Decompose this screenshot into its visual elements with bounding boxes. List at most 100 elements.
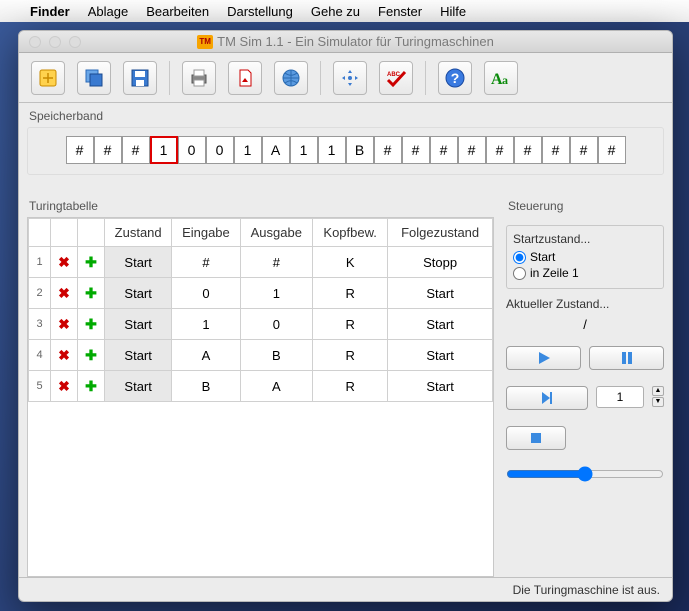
cell-input[interactable]: 0 bbox=[172, 278, 240, 309]
table-section-label: Turingtabelle bbox=[27, 193, 494, 217]
startstate-label: Startzustand... bbox=[513, 232, 657, 246]
menu-ablage[interactable]: Ablage bbox=[88, 4, 128, 19]
cell-state[interactable]: Start bbox=[105, 278, 172, 309]
step-count-input[interactable] bbox=[596, 386, 644, 408]
move-button[interactable] bbox=[333, 61, 367, 95]
table-header bbox=[78, 219, 105, 247]
cell-input[interactable]: # bbox=[172, 247, 240, 278]
delete-row-button[interactable]: ✖ bbox=[55, 284, 73, 302]
tape-cell[interactable]: # bbox=[598, 136, 626, 164]
tape-cell[interactable]: # bbox=[94, 136, 122, 164]
menu-fenster[interactable]: Fenster bbox=[378, 4, 422, 19]
tape-cell[interactable]: A bbox=[262, 136, 290, 164]
cell-move[interactable]: R bbox=[313, 340, 388, 371]
cell-input[interactable]: B bbox=[172, 371, 240, 402]
startstate-radio-start-label: Start bbox=[530, 250, 555, 264]
add-row-button[interactable]: ✚ bbox=[82, 284, 100, 302]
delete-row-button[interactable]: ✖ bbox=[55, 315, 73, 333]
step-button[interactable] bbox=[506, 386, 588, 410]
step-down-button[interactable]: ▼ bbox=[652, 397, 664, 407]
print-button[interactable] bbox=[182, 61, 216, 95]
help-button[interactable]: ? bbox=[438, 61, 472, 95]
cell-input[interactable]: 1 bbox=[172, 309, 240, 340]
new-button[interactable] bbox=[31, 61, 65, 95]
cell-input[interactable]: A bbox=[172, 340, 240, 371]
cell-output[interactable]: 1 bbox=[240, 278, 313, 309]
tape-cell[interactable]: # bbox=[374, 136, 402, 164]
cell-output[interactable]: B bbox=[240, 340, 313, 371]
speed-slider[interactable] bbox=[506, 466, 664, 482]
tape-cell[interactable]: 1 bbox=[290, 136, 318, 164]
tape-cell[interactable]: # bbox=[570, 136, 598, 164]
tape-cell[interactable]: # bbox=[542, 136, 570, 164]
delete-row-button[interactable]: ✖ bbox=[55, 377, 73, 395]
add-row-button[interactable]: ✚ bbox=[82, 346, 100, 364]
table-header: Kopfbew. bbox=[313, 219, 388, 247]
cell-nextstate[interactable]: Start bbox=[388, 371, 493, 402]
delete-row-button[interactable]: ✖ bbox=[55, 253, 73, 271]
status-bar: Die Turingmaschine ist aus. bbox=[19, 577, 672, 601]
cell-nextstate[interactable]: Start bbox=[388, 278, 493, 309]
cell-state[interactable]: Start bbox=[105, 309, 172, 340]
tape-cell[interactable]: B bbox=[346, 136, 374, 164]
cell-move[interactable]: R bbox=[313, 309, 388, 340]
font-button[interactable]: Aa bbox=[484, 61, 518, 95]
app-window: TM TM Sim 1.1 - Ein Simulator für Turing… bbox=[18, 30, 673, 602]
cell-nextstate[interactable]: Start bbox=[388, 340, 493, 371]
svg-text:?: ? bbox=[451, 70, 460, 86]
tape-cell[interactable]: # bbox=[122, 136, 150, 164]
cell-move[interactable]: R bbox=[313, 371, 388, 402]
cell-nextstate[interactable]: Start bbox=[388, 309, 493, 340]
tape-cell[interactable]: 1 bbox=[234, 136, 262, 164]
cell-output[interactable]: A bbox=[240, 371, 313, 402]
menu-hilfe[interactable]: Hilfe bbox=[440, 4, 466, 19]
tape-cell[interactable]: # bbox=[402, 136, 430, 164]
pause-button[interactable] bbox=[589, 346, 664, 370]
tape-cell[interactable]: # bbox=[66, 136, 94, 164]
cell-nextstate[interactable]: Stopp bbox=[388, 247, 493, 278]
cell-output[interactable]: 0 bbox=[240, 309, 313, 340]
tape-cell[interactable]: # bbox=[486, 136, 514, 164]
tape-cell[interactable]: 1 bbox=[150, 136, 178, 164]
toolbar: ABC ? Aa bbox=[19, 53, 672, 103]
table-row: 3✖✚Start10RStart bbox=[29, 309, 493, 340]
menu-bearbeiten[interactable]: Bearbeiten bbox=[146, 4, 209, 19]
tape-cell[interactable]: # bbox=[514, 136, 542, 164]
pdf-export-button[interactable] bbox=[228, 61, 262, 95]
titlebar: TM TM Sim 1.1 - Ein Simulator für Turing… bbox=[19, 31, 672, 53]
check-button[interactable]: ABC bbox=[379, 61, 413, 95]
cell-move[interactable]: R bbox=[313, 278, 388, 309]
control-section-label: Steuerung bbox=[506, 193, 664, 217]
table-header: Folgezustand bbox=[388, 219, 493, 247]
web-button[interactable] bbox=[274, 61, 308, 95]
startstate-radio-start[interactable] bbox=[513, 251, 526, 264]
add-row-button[interactable]: ✚ bbox=[82, 377, 100, 395]
startstate-radio-line1-label: in Zeile 1 bbox=[530, 266, 579, 280]
menu-gehe-zu[interactable]: Gehe zu bbox=[311, 4, 360, 19]
add-row-button[interactable]: ✚ bbox=[82, 253, 100, 271]
cell-output[interactable]: # bbox=[240, 247, 313, 278]
currentstate-value: / bbox=[506, 315, 664, 334]
tape-cell[interactable]: 1 bbox=[318, 136, 346, 164]
menu-darstellung[interactable]: Darstellung bbox=[227, 4, 293, 19]
save-button[interactable] bbox=[123, 61, 157, 95]
add-row-button[interactable]: ✚ bbox=[82, 315, 100, 333]
tape-cell[interactable]: 0 bbox=[206, 136, 234, 164]
play-button[interactable] bbox=[506, 346, 581, 370]
row-number: 5 bbox=[29, 371, 51, 402]
startstate-radio-line1[interactable] bbox=[513, 267, 526, 280]
cell-state[interactable]: Start bbox=[105, 371, 172, 402]
delete-row-button[interactable]: ✖ bbox=[55, 346, 73, 364]
stop-button[interactable] bbox=[506, 426, 566, 450]
step-up-button[interactable]: ▲ bbox=[652, 386, 664, 396]
cell-move[interactable]: K bbox=[313, 247, 388, 278]
tape-cell[interactable]: # bbox=[430, 136, 458, 164]
tape-cell[interactable]: 0 bbox=[178, 136, 206, 164]
app-badge-icon: TM bbox=[197, 35, 213, 49]
cell-state[interactable]: Start bbox=[105, 247, 172, 278]
tape-cell[interactable]: # bbox=[458, 136, 486, 164]
cell-state[interactable]: Start bbox=[105, 340, 172, 371]
menubar-app[interactable]: Finder bbox=[30, 4, 70, 19]
open-button[interactable] bbox=[77, 61, 111, 95]
row-number: 1 bbox=[29, 247, 51, 278]
